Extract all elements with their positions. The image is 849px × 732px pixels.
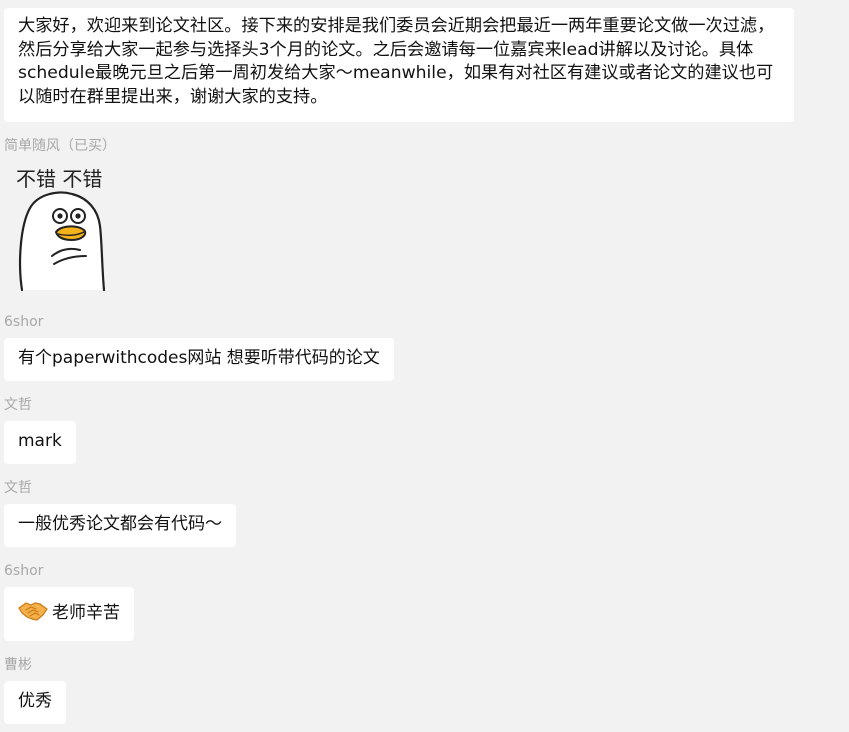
message-text: 有个paperwithcodes网站 想要听带代码的论文 [18,348,380,368]
message-bubble[interactable]: 有个paperwithcodes网站 想要听带代码的论文 [4,338,394,381]
message-bubble[interactable]: mark [4,421,76,464]
sticker-message[interactable]: 不错 不错 [14,164,118,292]
message-bubble[interactable]: 一般优秀论文都会有代码～ [4,504,236,547]
message-text: 一般优秀论文都会有代码～ [18,514,222,534]
message-bubble[interactable]: 老师辛苦 [4,587,134,641]
handshake-icon [18,600,48,622]
sender-name: 6shor [4,314,44,330]
message-text: 大家好，欢迎来到论文社区。接下来的安排是我们委员会近期会把最近一两年重要论文做一… [18,16,775,107]
message-text: mark [18,431,62,451]
message-bubble[interactable]: 优秀 [4,681,66,724]
sender-name: 曹彬 [4,657,32,673]
sender-name: 文哲 [4,480,32,496]
chat-message-list[interactable]: 大家好，欢迎来到论文社区。接下来的安排是我们委员会近期会把最近一两年重要论文做一… [0,0,849,732]
sticker-caption: 不错 不错 [16,167,102,191]
duck-sticker-image: 不错 不错 [16,167,106,292]
message-text: 老师辛苦 [52,603,120,623]
message-text: 优秀 [18,691,52,711]
sender-name: 文哲 [4,397,32,413]
sender-name: 6shor [4,563,44,579]
message-bubble[interactable]: 大家好，欢迎来到论文社区。接下来的安排是我们委员会近期会把最近一两年重要论文做一… [4,8,794,122]
sender-name: 简单随风（已买） [4,138,116,154]
